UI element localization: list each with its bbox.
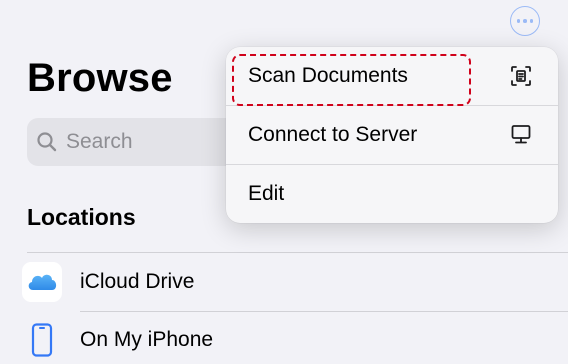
menu-item-label: Connect to Server [248,123,418,146]
icloud-icon [20,260,64,304]
dot [523,19,527,23]
doc-viewfinder-icon [508,63,534,89]
list-item-label: iCloud Drive [80,270,195,293]
menu-item-connect-to-server[interactable]: Connect to Server [226,106,558,164]
menu-item-edit[interactable]: Edit [226,165,558,223]
menu-item-label: Edit [248,182,285,205]
list-item-icloud-drive[interactable]: iCloud Drive [0,254,568,310]
list-item-on-my-iphone[interactable]: On My iPhone [0,312,568,364]
magnifying-glass-icon [37,132,57,152]
section-header-locations: Locations [27,204,136,230]
files-browse-screen: Browse Search Locations iCloud Drive On … [0,0,568,364]
ellipsis-circle-icon[interactable] [510,6,540,36]
dot [529,19,534,23]
list-separator [27,252,568,253]
search-placeholder: Search [66,130,133,153]
page-title: Browse [27,56,173,100]
highlight-annotation [232,54,471,106]
iphone-icon [20,318,64,362]
desktop-computer-icon [508,122,534,148]
list-item-label: On My iPhone [80,328,214,351]
dot [516,19,521,23]
